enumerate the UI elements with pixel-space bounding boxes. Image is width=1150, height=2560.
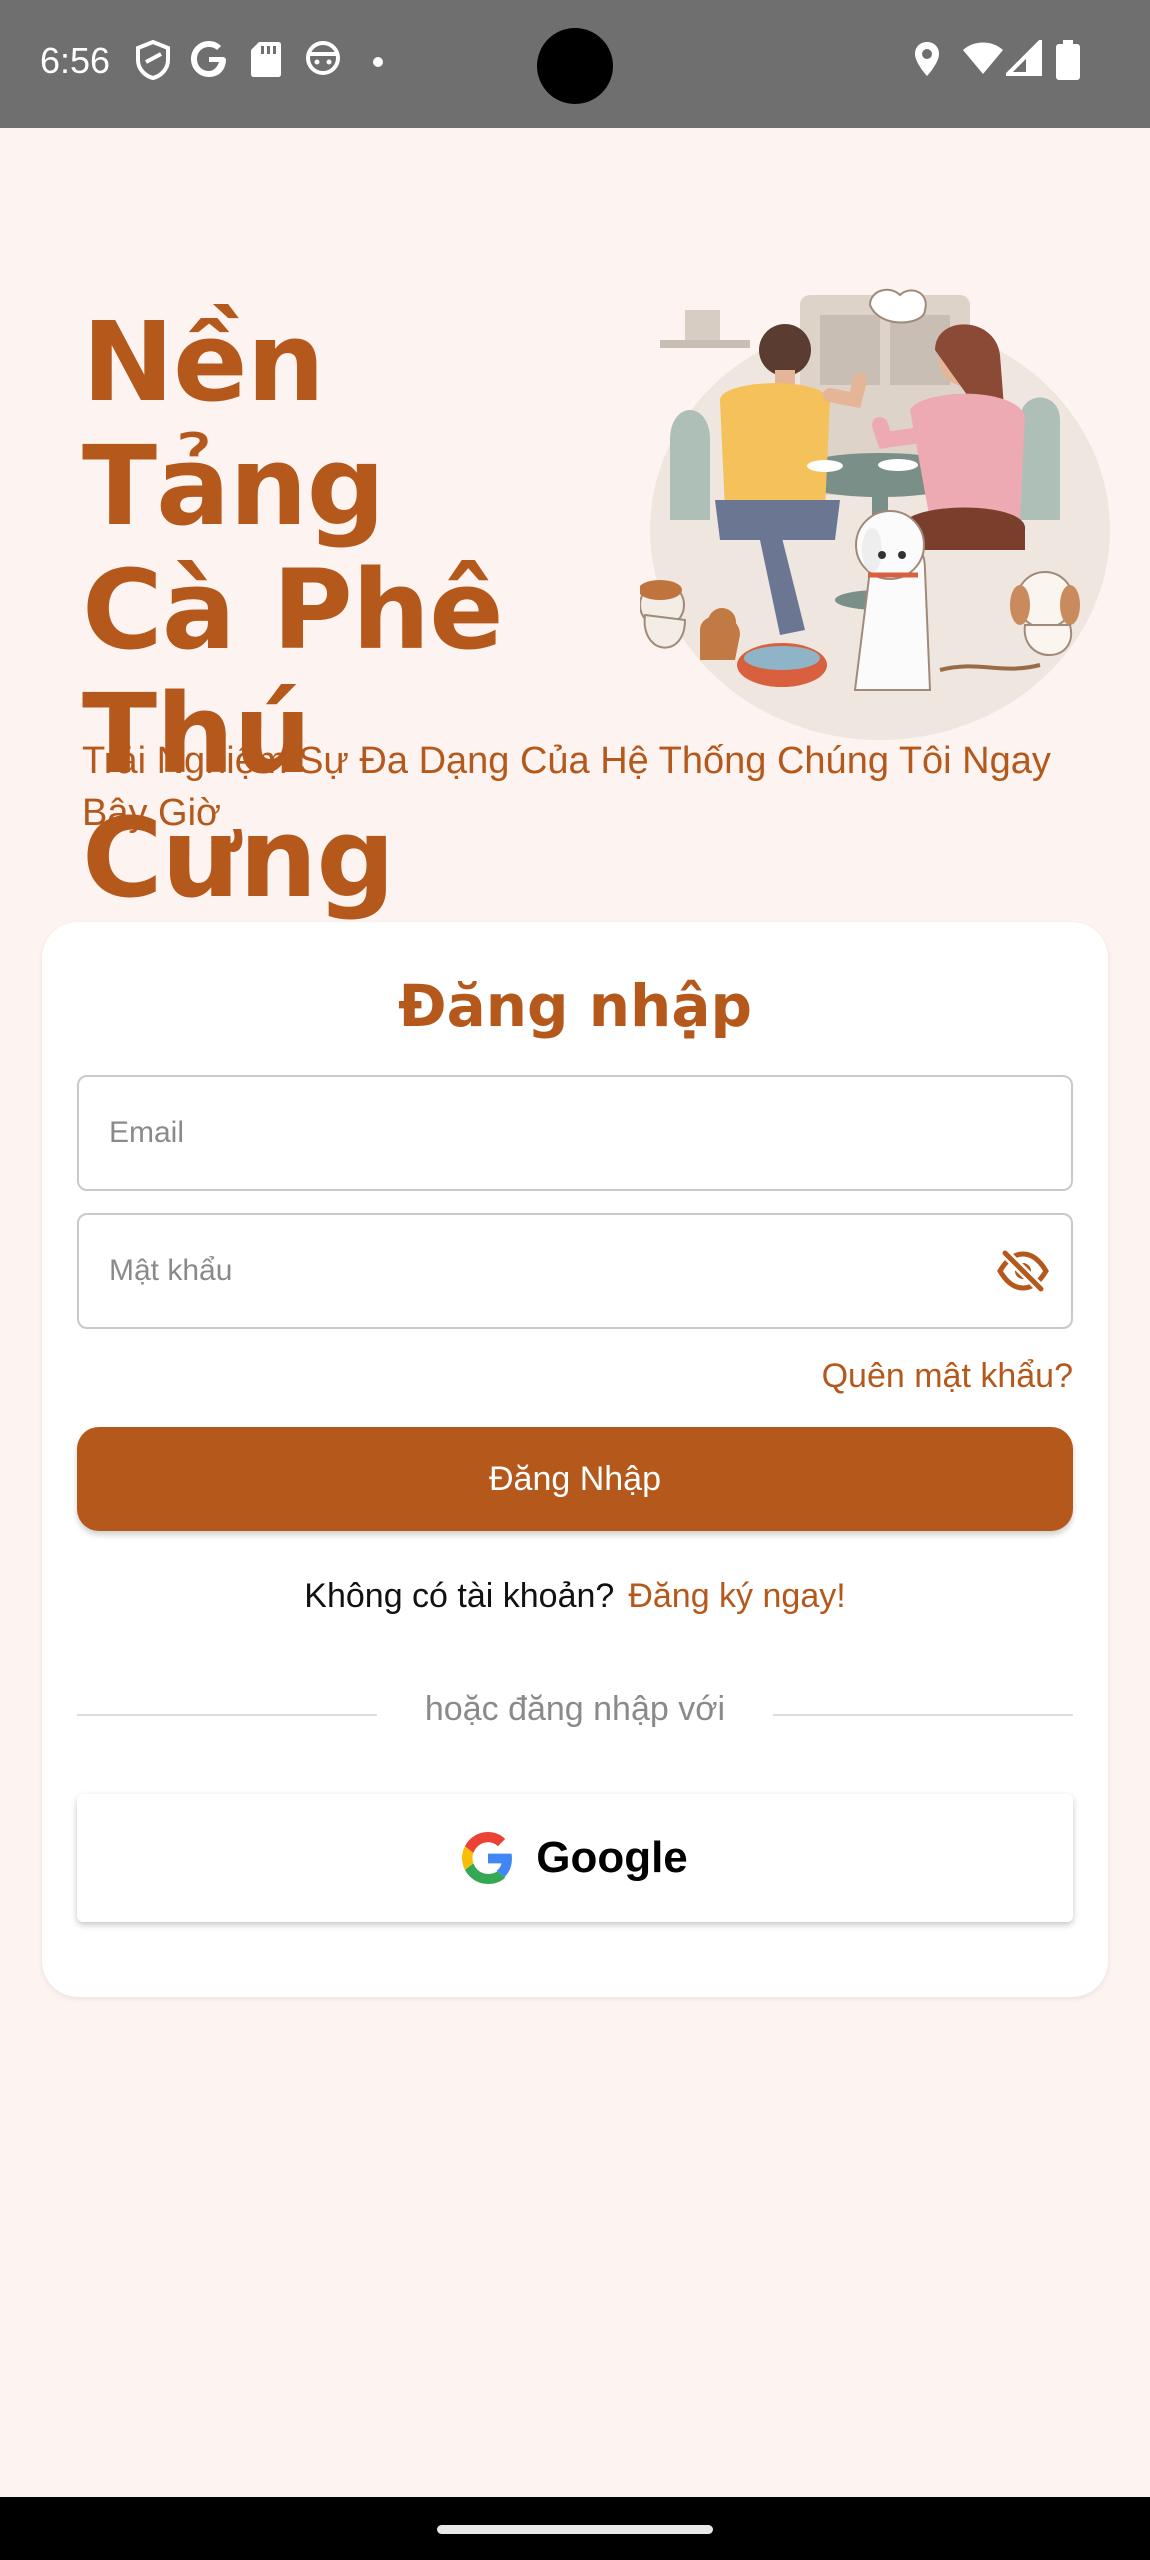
- login-button[interactable]: Đăng Nhập: [77, 1427, 1073, 1531]
- google-label: Google: [536, 1833, 688, 1882]
- front-camera: [537, 28, 613, 104]
- home-gesture-handle[interactable]: [437, 2525, 713, 2534]
- wifi-icon: [963, 42, 1003, 74]
- email-field[interactable]: [77, 1075, 1073, 1191]
- login-card: Đăng nhập Quên mật khẩu? Đăng Nhập Không…: [42, 922, 1108, 1997]
- signal-icon: [1006, 40, 1042, 76]
- no-account-text: Không có tài khoản?: [304, 1577, 615, 1615]
- dot-icon: [373, 57, 383, 67]
- email-input[interactable]: [109, 1077, 969, 1189]
- shield-icon: [136, 40, 170, 80]
- eye-off-icon[interactable]: [997, 1249, 1049, 1293]
- signup-link[interactable]: Đăng ký ngay!: [628, 1577, 845, 1615]
- forgot-password-link[interactable]: Quên mật khẩu?: [822, 1357, 1073, 1396]
- google-g-icon: [191, 41, 226, 77]
- signup-row: Không có tài khoản? Đăng ký ngay!: [42, 1577, 1108, 1616]
- divider-text: hoặc đăng nhập với: [424, 1690, 726, 1728]
- smiley-icon: [306, 41, 340, 75]
- location-icon: [915, 42, 939, 76]
- hero-subtitle: Trải Nghiệm Sự Đa Dạng Của Hệ Thống Chún…: [82, 740, 1051, 834]
- password-field[interactable]: [77, 1213, 1073, 1329]
- google-logo-icon: [462, 1832, 513, 1884]
- status-bar: 6:56: [0, 0, 1150, 128]
- password-input[interactable]: [109, 1215, 969, 1327]
- title-line: Cà Phê: [82, 546, 504, 674]
- status-time: 6:56: [40, 40, 111, 81]
- login-title: Đăng nhập: [398, 972, 752, 1040]
- google-login-button[interactable]: Google: [77, 1794, 1073, 1922]
- title-line: Nền Tảng: [82, 298, 385, 550]
- divider-right: [773, 1714, 1073, 1716]
- battery-icon: [1056, 40, 1080, 80]
- sd-card-icon: [251, 42, 281, 77]
- pet-cafe-illustration: [640, 288, 1110, 740]
- navigation-bar: [0, 2497, 1150, 2560]
